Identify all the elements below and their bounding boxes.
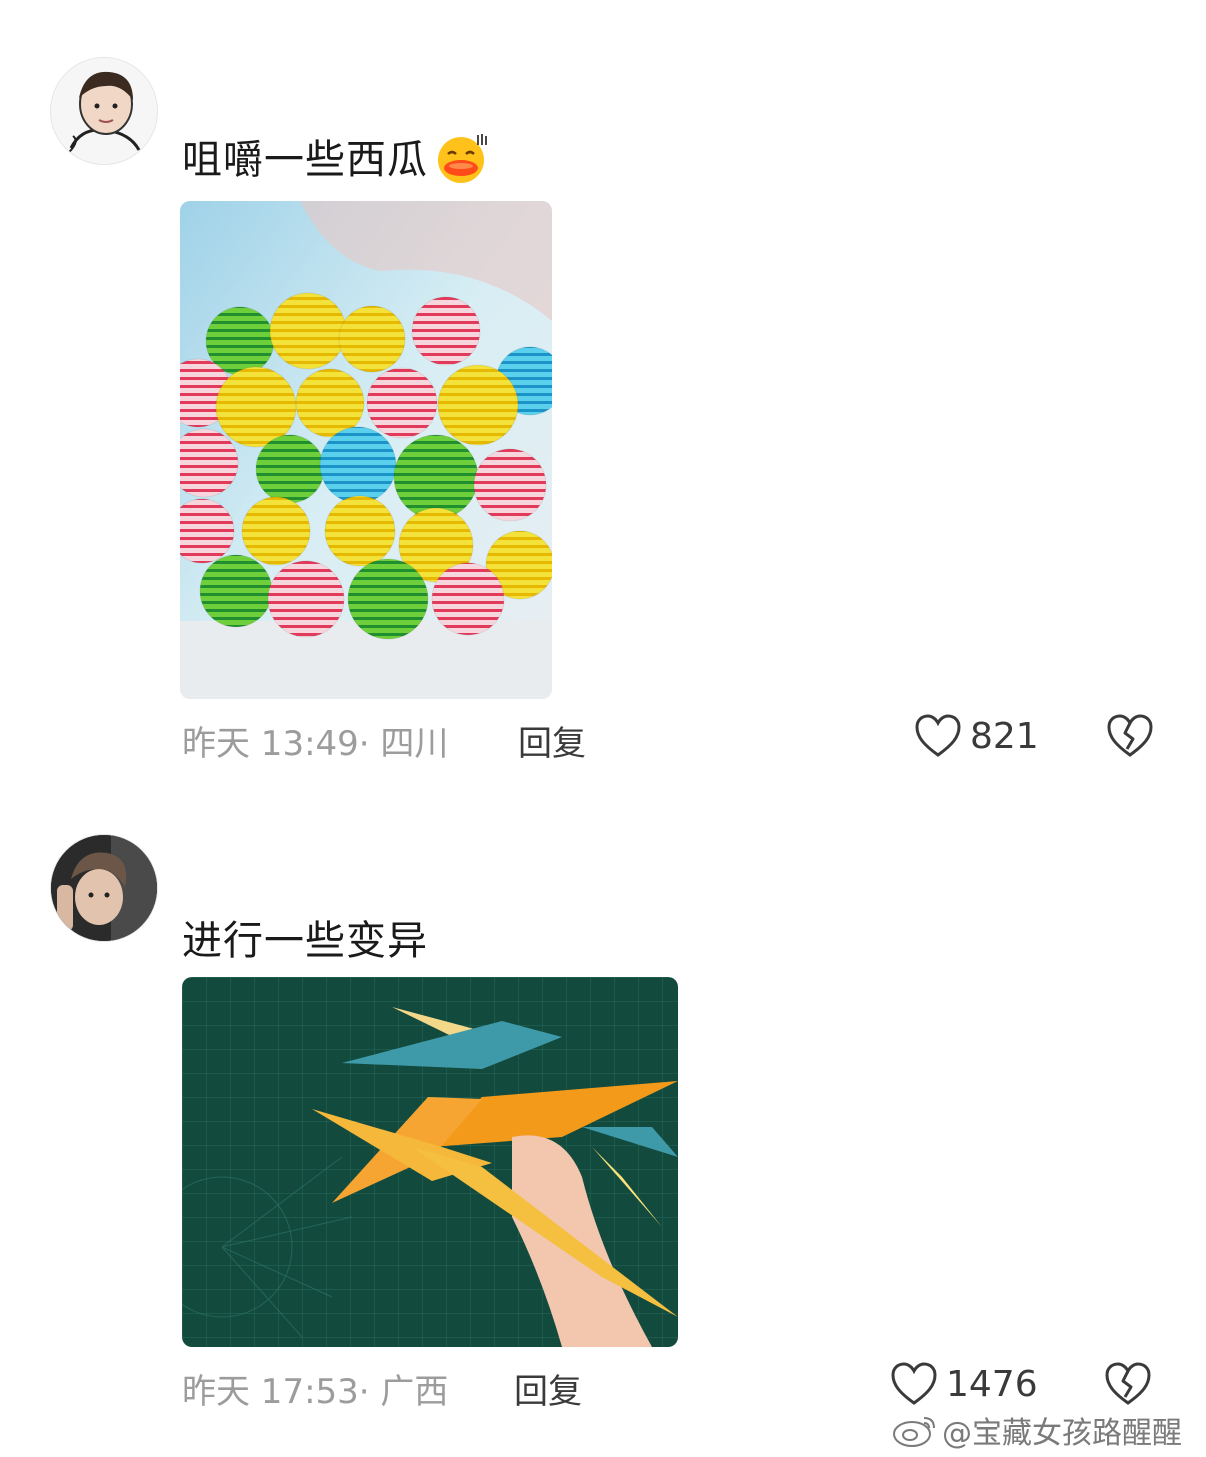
origami-claws-photo (182, 977, 678, 1347)
like-button[interactable]: 821 (914, 713, 1039, 759)
comment-text-content: 咀嚼一些西瓜 (182, 137, 428, 183)
reply-button[interactable]: 回复 (514, 1364, 582, 1413)
comment-image[interactable] (180, 201, 552, 699)
watermark-text: @宝藏女孩路醒醒 (942, 1416, 1182, 1451)
avatar-sketch-icon (51, 58, 157, 164)
comment-image[interactable] (182, 977, 678, 1347)
dislike-button[interactable] (1106, 713, 1154, 763)
comment-text: 进行一些变异 (182, 918, 428, 964)
reply-button[interactable]: 回复 (518, 716, 586, 765)
comment-item: 咀嚼一些西瓜 昨天 13:49· 四川 回复 821 (0, 0, 1206, 780)
comment-text: 咀嚼一些西瓜 (182, 127, 488, 185)
heart-icon (915, 714, 961, 757)
watermark: @宝藏女孩路醒醒 (892, 1408, 1182, 1452)
comment-meta: 昨天 13:49· 四川 (182, 724, 449, 764)
heart-icon (891, 1362, 937, 1405)
like-button[interactable]: 1476 (890, 1361, 1038, 1407)
laughing-duck-emoji-icon (438, 134, 487, 183)
like-count: 1476 (946, 1363, 1038, 1405)
weibo-icon (893, 1417, 935, 1447)
broken-heart-icon (1107, 714, 1153, 757)
avatar-photo-icon (51, 835, 157, 941)
like-count: 821 (970, 715, 1039, 757)
avatar[interactable] (50, 57, 158, 165)
watermelon-gumballs-photo (180, 201, 552, 699)
comment-item: 进行一些变异 昨天 17:53· 广西 回复 1476 (0, 820, 1206, 1420)
dislike-button[interactable] (1104, 1361, 1152, 1411)
avatar[interactable] (50, 834, 158, 942)
broken-heart-icon (1105, 1362, 1151, 1405)
comment-meta: 昨天 17:53· 广西 (182, 1372, 449, 1412)
